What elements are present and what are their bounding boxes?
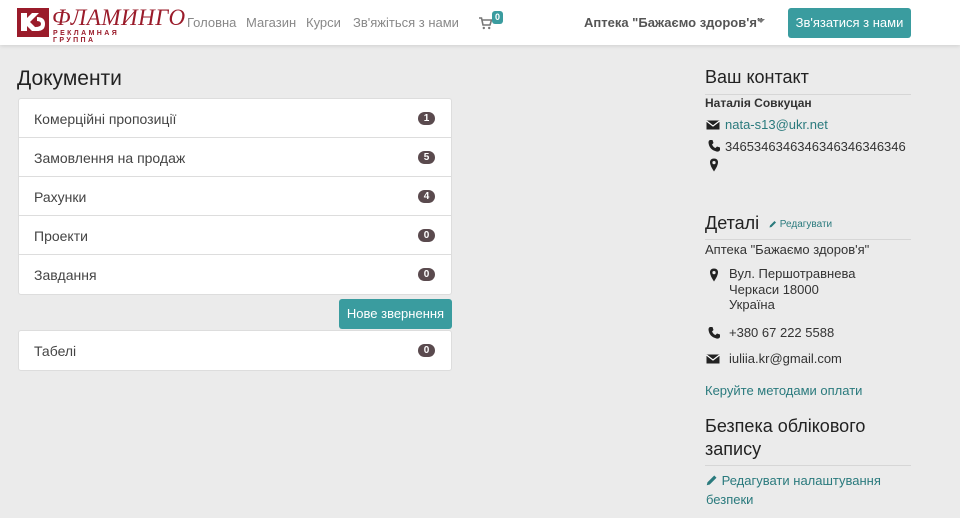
divider <box>705 239 911 240</box>
list-item-label: Табелі <box>34 343 77 359</box>
details-email: iuliia.kr@gmail.com <box>729 351 842 366</box>
cart-link[interactable]: 0 <box>479 11 507 31</box>
count-badge: 4 <box>418 190 435 203</box>
nav-courses[interactable]: Курси <box>306 15 341 30</box>
count-badge: 0 <box>418 268 435 281</box>
contact-us-button[interactable]: Зв'язатися з нами <box>788 8 911 38</box>
security-edit-link[interactable]: Редагувати налаштування безпеки <box>706 471 881 509</box>
count-badge: 0 <box>418 344 435 357</box>
cart-count-badge: 0 <box>492 11 504 24</box>
envelope-icon <box>706 354 720 364</box>
security-edit-label-line1: Редагувати налаштування <box>721 473 881 488</box>
list-item-label: Рахунки <box>34 189 87 205</box>
list-item[interactable]: Табелі 0 <box>19 331 451 370</box>
security-edit-label-line2: безпеки <box>706 492 754 507</box>
brand-name: ФЛАМИНГО <box>52 5 186 30</box>
nav-shop[interactable]: Магазин <box>246 15 296 30</box>
brand-logo[interactable]: ФЛАМИНГО РЕКЛАМНАЯ ГРУППА <box>17 6 185 44</box>
phone-icon <box>708 327 720 339</box>
new-request-button[interactable]: Нове звернення <box>339 299 452 329</box>
address-line1: Вул. Першотравнева <box>729 266 856 281</box>
divider <box>705 94 911 95</box>
phone-icon <box>708 140 720 152</box>
pencil-icon <box>706 475 717 486</box>
details-company: Аптека "Бажаємо здоров'я" <box>705 242 870 257</box>
envelope-icon <box>706 120 720 130</box>
details-phone: +380 67 222 5588 <box>729 325 835 340</box>
nav-contact-us[interactable]: Зв'яжіться з нами <box>353 15 459 30</box>
details-title: Деталі <box>705 213 760 233</box>
brand-logo-icon <box>17 8 49 37</box>
brand-tagline: РЕКЛАМНАЯ ГРУППА <box>53 30 120 44</box>
details-edit-label: Редагувати <box>779 219 833 230</box>
contact-heading: Ваш контакт <box>705 67 809 87</box>
cart-icon <box>479 17 492 30</box>
contact-phone: 3465346346346346346346346 <box>725 139 906 154</box>
contact-email[interactable]: nata-s13@ukr.net <box>725 117 828 132</box>
contact-name: Наталія Совкуцан <box>705 96 812 110</box>
details-edit-link[interactable]: Редагувати <box>769 219 832 230</box>
nav-home[interactable]: Головна <box>187 15 236 30</box>
security-title-line2: запису <box>705 439 762 459</box>
security-title-line1: Безпека облікового <box>705 416 866 436</box>
company-menu[interactable]: Аптека "Бажаємо здоров'я" <box>584 15 763 30</box>
pencil-icon <box>769 221 776 228</box>
list-item-label: Завдання <box>34 267 97 283</box>
chevron-down-icon[interactable] <box>757 19 765 23</box>
list-item[interactable]: Комерційні пропозиції 1 <box>19 99 451 138</box>
timesheets-list: Табелі 0 <box>18 330 452 371</box>
list-item[interactable]: Замовлення на продаж 5 <box>19 138 451 177</box>
list-item[interactable]: Завдання 0 <box>19 255 451 294</box>
count-badge: 5 <box>418 151 435 164</box>
map-marker-icon <box>710 158 718 172</box>
security-heading: Безпека облікового запису <box>705 415 911 461</box>
list-item[interactable]: Проекти 0 <box>19 216 451 255</box>
payment-methods-link[interactable]: Керуйте методами оплати <box>705 383 862 398</box>
map-marker-icon <box>710 268 718 282</box>
address-line2: Черкаси 18000 <box>729 282 819 297</box>
top-navbar: ФЛАМИНГО РЕКЛАМНАЯ ГРУППА Головна Магази… <box>0 0 960 45</box>
count-badge: 0 <box>418 229 435 242</box>
list-item[interactable]: Рахунки 4 <box>19 177 451 216</box>
list-item-label: Проекти <box>34 228 88 244</box>
count-badge: 1 <box>418 112 435 125</box>
address-line3: Україна <box>729 297 775 312</box>
page-title: Документи <box>17 67 122 90</box>
documents-list: Комерційні пропозиції 1 Замовлення на пр… <box>18 98 452 295</box>
list-item-label: Комерційні пропозиції <box>34 111 177 127</box>
divider <box>705 465 911 466</box>
list-item-label: Замовлення на продаж <box>34 150 186 166</box>
